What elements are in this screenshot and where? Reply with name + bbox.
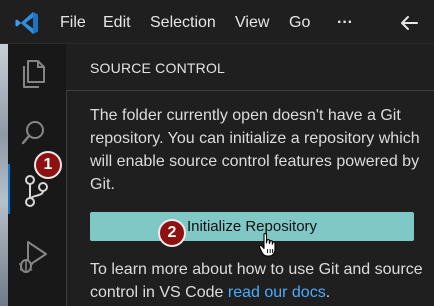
files-icon[interactable] (18, 58, 48, 90)
arrow-left-icon[interactable] (398, 12, 420, 34)
menu-edit[interactable]: Edit (103, 13, 131, 33)
menu-more[interactable]: ··· (337, 13, 353, 33)
menu-view[interactable]: View (235, 13, 269, 33)
source-control-icon[interactable] (22, 174, 50, 208)
title-bar: File Edit Selection View Go ··· (0, 0, 434, 44)
no-repository-message: The folder currently open doesn't have a… (90, 107, 420, 193)
hand-pointer-icon (258, 232, 276, 257)
search-icon[interactable] (20, 118, 48, 146)
menu-file[interactable]: File (60, 13, 86, 33)
active-view-indicator (8, 164, 10, 214)
step-1-badge: 1 (34, 151, 62, 179)
learn-more-paragraph: To learn more about how to use Git and s… (90, 258, 426, 304)
run-debug-icon[interactable] (16, 238, 50, 274)
initialize-repository-button[interactable]: Initialize Repository (90, 212, 414, 241)
menu-go[interactable]: Go (289, 13, 310, 33)
vscode-logo-icon (15, 12, 38, 34)
desktop-background (0, 44, 8, 306)
read-docs-link[interactable]: read our docs (228, 284, 326, 301)
sidebar-title: SOURCE CONTROL (90, 60, 226, 76)
menu-selection[interactable]: Selection (150, 13, 216, 33)
step-2-badge: 2 (158, 219, 186, 247)
learn-more-suffix: . (325, 284, 331, 301)
initialize-repository-label: Initialize Repository (186, 218, 318, 235)
